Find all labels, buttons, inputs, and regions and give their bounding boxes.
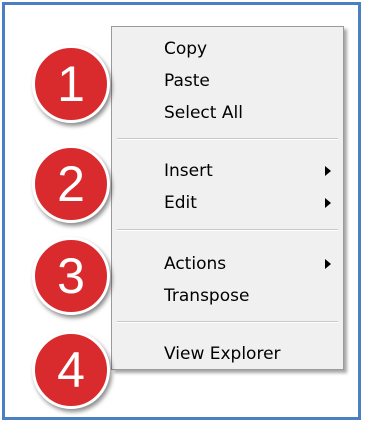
menu-item-transpose[interactable]: Transpose [112,281,343,311]
callout-badge-1: 1 [32,45,110,123]
callout-badge-4: 4 [32,331,110,409]
context-menu: Copy Paste Select All Insert Edit Action… [111,26,344,370]
menu-item-label: View Explorer [164,344,281,364]
menu-item-edit[interactable]: Edit [112,188,343,218]
menu-item-copy[interactable]: Copy [112,34,343,64]
menu-item-label: Edit [164,193,197,213]
submenu-arrow-icon [325,166,331,176]
menu-item-insert[interactable]: Insert [112,156,343,186]
menu-item-view-explorer[interactable]: View Explorer [112,339,343,369]
menu-item-select-all[interactable]: Select All [112,98,343,128]
menu-item-label: Copy [164,39,208,59]
callout-badge-2: 2 [32,145,110,223]
menu-item-label: Paste [164,71,210,91]
menu-item-label: Actions [164,254,227,274]
menu-separator [117,229,338,231]
menu-item-label: Select All [164,103,243,123]
menu-item-paste[interactable]: Paste [112,66,343,96]
submenu-arrow-icon [325,259,331,269]
menu-item-label: Transpose [164,286,250,306]
menu-item-actions[interactable]: Actions [112,249,343,279]
menu-item-label: Insert [164,161,213,181]
menu-separator [117,138,338,140]
menu-separator [117,321,338,323]
callout-badge-3: 3 [32,237,110,315]
submenu-arrow-icon [325,198,331,208]
